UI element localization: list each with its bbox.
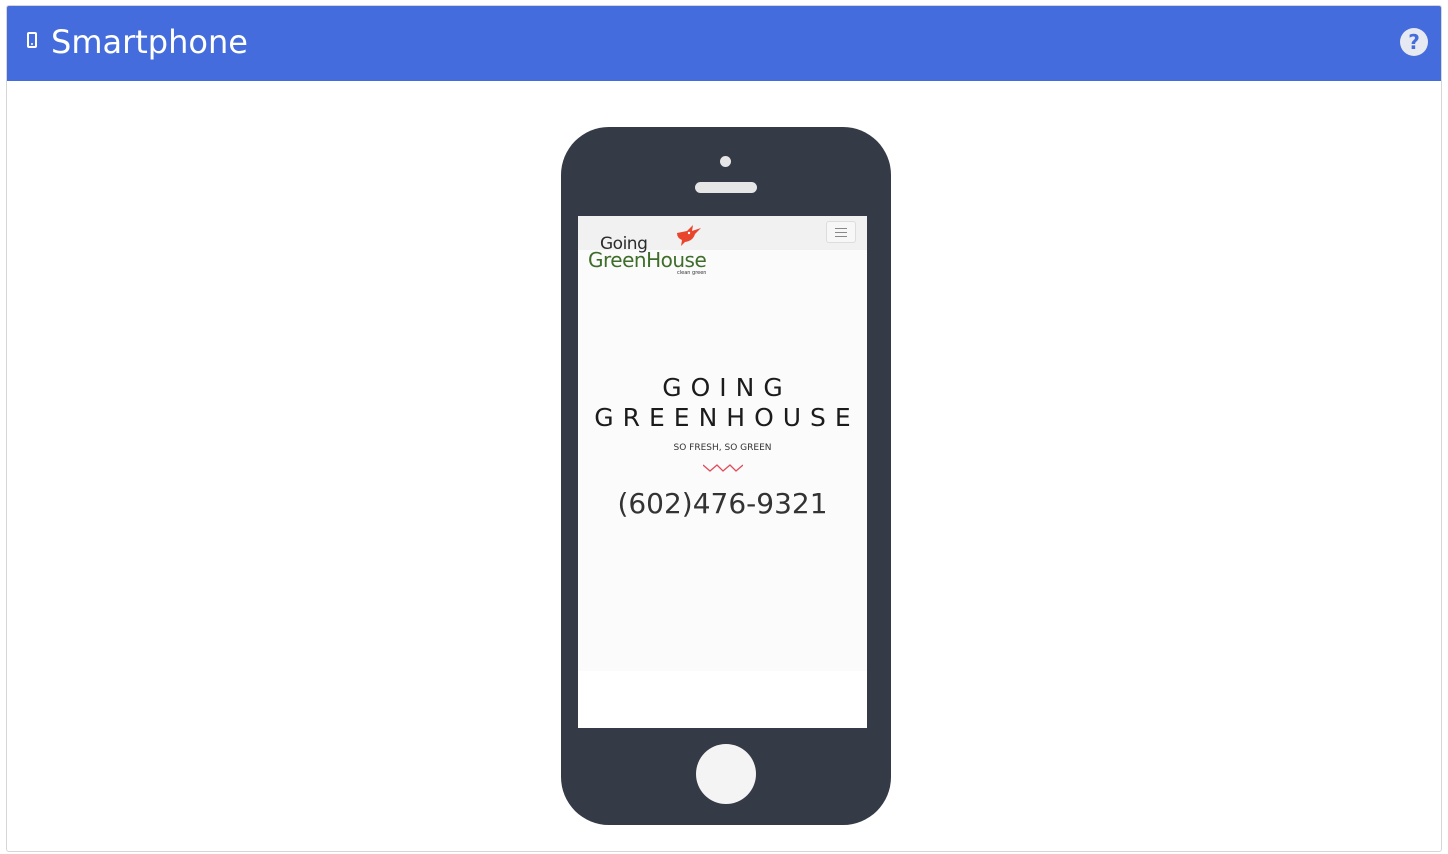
zigzag-divider-icon xyxy=(703,464,743,472)
hero-subtitle: SO FRESH, SO GREEN xyxy=(673,443,772,453)
question-circle-icon[interactable]: ? xyxy=(1400,28,1428,56)
phone-mockup: Going GreenHouse clean green GOING GREEN… xyxy=(561,127,891,825)
site-logo[interactable]: Going GreenHouse clean green xyxy=(587,222,727,278)
panel-title: Smartphone xyxy=(51,23,248,61)
phone-home-button xyxy=(696,744,756,804)
logo-line-2: GreenHouse xyxy=(588,248,707,272)
panel-header: Smartphone ? xyxy=(7,6,1441,81)
phone-speaker xyxy=(695,182,757,193)
hero-phone-number[interactable]: (602)476-9321 xyxy=(578,487,867,521)
hamburger-menu-icon[interactable] xyxy=(826,221,856,243)
smartphone-preview-panel: Smartphone ? Going GreenHouse clean gree… xyxy=(6,5,1442,852)
hero-title-line-2: GREENHOUSE xyxy=(594,403,860,432)
hero-title: GOING GREENHOUSE xyxy=(578,373,867,433)
phone-screen: Going GreenHouse clean green GOING GREEN… xyxy=(578,216,867,728)
hero-title-line-1: GOING xyxy=(662,373,792,402)
bird-icon xyxy=(677,225,701,246)
smartphone-icon xyxy=(27,32,37,48)
phone-camera xyxy=(720,156,731,167)
logo-tagline: clean green xyxy=(677,270,707,276)
